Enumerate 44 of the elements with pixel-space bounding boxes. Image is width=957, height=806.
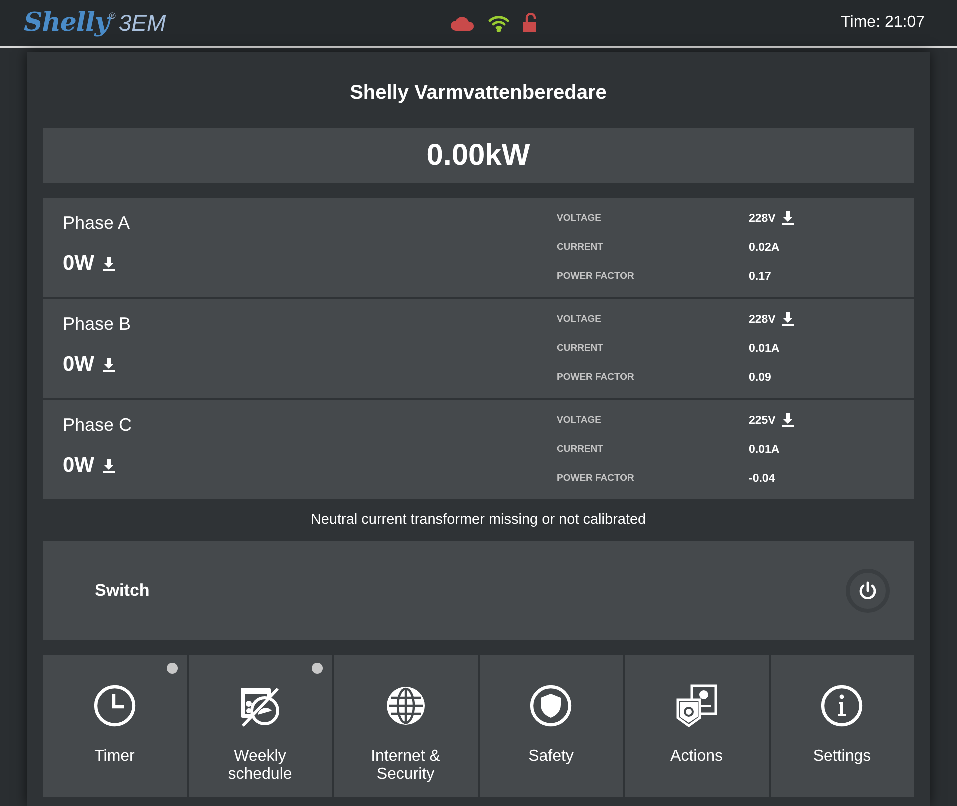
power-value: 0W [63,352,94,378]
reading-label: CURRENT [557,342,604,356]
menu-tile[interactable]: Actions [625,655,768,797]
reading-label: VOLTAGE [557,414,603,428]
reading-label: VOLTAGE [557,313,603,328]
switch-label: Switch [95,580,151,602]
reading-label: CURRENT [557,443,604,458]
documents-icon [674,684,719,728]
phase-name: Phase A [63,212,132,234]
reading-label: POWER FACTOR [557,371,636,386]
reading-value: 0.01A [749,342,780,357]
phase-name: Phase C [63,414,134,436]
time-display: Time: 21:07 [841,13,925,33]
power-value: 0W [63,251,94,277]
total-power-value: 0.00kW [426,138,530,174]
info-icon [820,684,864,728]
menu-tile[interactable]: Safety [480,655,623,797]
clock-icon [92,684,137,728]
reading-label: CURRENT [557,241,604,256]
phase-name: Phase B [63,313,132,335]
power-icon [858,580,878,600]
menu-tile[interactable]: Timer [43,655,186,797]
reading-label: POWER FACTOR [557,472,636,486]
registered-mark: ® [109,10,116,20]
reading-value: 0.01A [749,442,780,458]
reading-value: 0.17 [749,270,772,285]
reading-value: 225V [749,414,776,429]
menu-tile[interactable]: Weekly schedule [188,655,332,797]
menu-tile[interactable]: Settings [770,655,914,797]
model-name: 3EM [118,8,166,38]
device-title: Shelly Varmvattenberedare [349,81,608,106]
menu-tile[interactable]: Internet & Security [334,655,478,797]
notice-text: Neutral current transformer missing or not calibrated [310,511,648,530]
brand-logo: Shelly [24,6,110,40]
reading-value: 228V [749,312,776,328]
power-button[interactable] [846,568,890,612]
reading-label: VOLTAGE [557,212,603,226]
shield-icon [529,684,574,728]
reading-value: 0.09 [749,370,772,386]
reading-value: 0.02A [749,240,780,256]
reading-label: POWER FACTOR [557,270,636,284]
reading-value: 228V [749,212,776,227]
reading-value: -0.04 [749,472,776,487]
power-value: 0W [63,453,94,479]
